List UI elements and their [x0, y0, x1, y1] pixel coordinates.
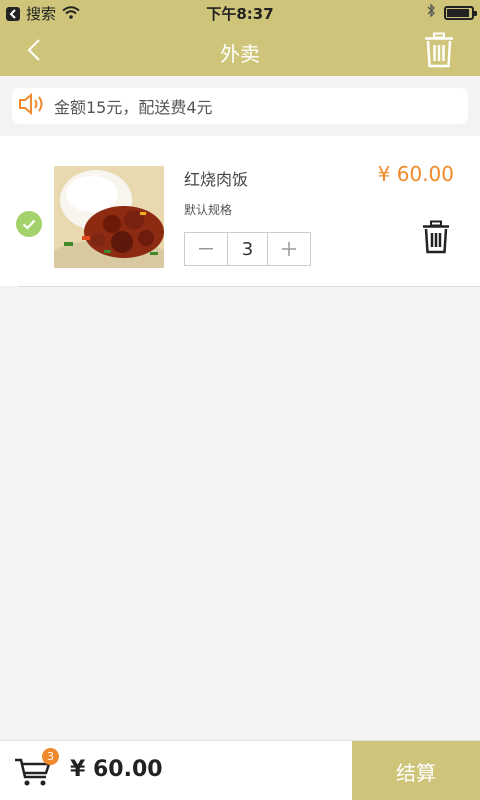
minus-icon [199, 248, 213, 250]
status-bar: 搜索 下午8:37 [0, 0, 480, 24]
check-icon [22, 219, 36, 230]
item-image [54, 166, 164, 268]
cart-count-badge: 3 [42, 748, 59, 765]
bluetooth-icon [426, 3, 436, 22]
trash-icon [425, 32, 453, 68]
item-spec: 默认规格 [184, 203, 233, 217]
clear-cart-button[interactable] [424, 32, 454, 68]
quantity-stepper: 3 [184, 232, 311, 266]
bottom-bar: 3 ¥ 60.00 结算 [0, 740, 480, 800]
page-title: 外卖 [220, 42, 260, 66]
plus-icon [282, 242, 296, 256]
cart-total: ¥ 60.00 [70, 757, 163, 782]
item-divider [18, 286, 480, 287]
status-time: 下午8:37 [206, 5, 274, 23]
notice-section: 金额15元，配送费4元 [0, 76, 480, 136]
decrease-button[interactable] [185, 233, 227, 265]
speaker-icon [18, 92, 48, 120]
checkout-button[interactable]: 结算 [352, 741, 480, 800]
increase-button[interactable] [268, 233, 310, 265]
notice-text: 金额15元，配送费4元 [54, 98, 213, 117]
item-name: 红烧肉饭 [184, 170, 249, 189]
notice-banner: 金额15元，配送费4元 [12, 88, 468, 124]
nav-bar: 外卖 [0, 24, 480, 76]
battery-icon [444, 5, 477, 20]
item-price: ¥ 60.00 [377, 162, 454, 186]
cart-item: 红烧肉饭 默认规格 3 ¥ 60.00 [0, 136, 480, 286]
status-bar-right [426, 3, 477, 22]
trash-icon [423, 220, 449, 254]
item-select-checkbox[interactable] [16, 211, 42, 237]
delete-item-button[interactable] [422, 220, 450, 254]
quantity-value[interactable]: 3 [227, 233, 268, 265]
